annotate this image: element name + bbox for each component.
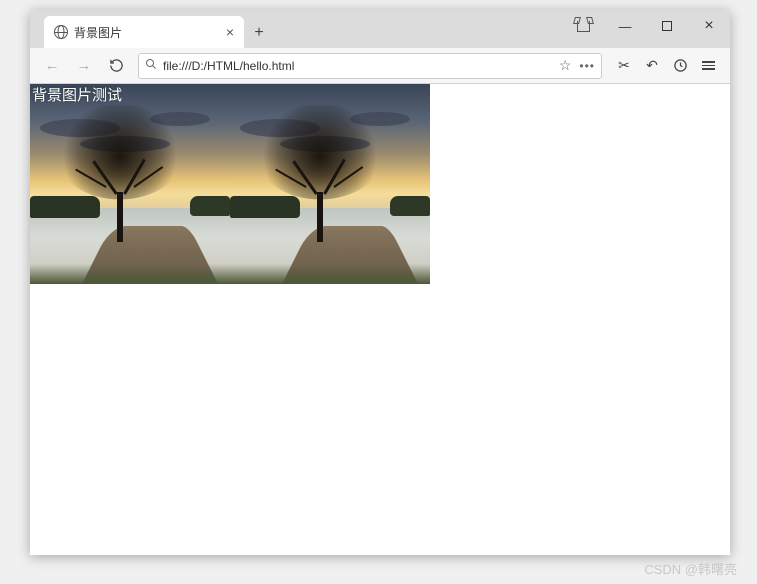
menu-button[interactable] — [694, 52, 722, 80]
tab-title: 背景图片 — [74, 24, 122, 41]
forward-button[interactable]: → — [70, 52, 98, 80]
window-maximize-button[interactable] — [646, 10, 688, 42]
page-content: 背景图片测试 — [30, 84, 730, 555]
page-actions-icon[interactable]: ••• — [579, 59, 595, 73]
browser-tab[interactable]: 背景图片 × — [44, 16, 244, 48]
window-controls: — × — [562, 10, 730, 42]
tab-close-icon[interactable]: × — [226, 24, 234, 40]
url-bar[interactable]: file:///D:/HTML/hello.html ☆ ••• — [138, 53, 602, 79]
new-tab-button[interactable]: + — [244, 18, 274, 48]
overlay-text: 背景图片测试 — [32, 84, 122, 105]
window-minimize-button[interactable]: — — [604, 10, 646, 42]
globe-icon — [54, 25, 68, 39]
url-text: file:///D:/HTML/hello.html — [163, 59, 294, 73]
watermark: CSDN @韩曙亮 — [644, 559, 737, 578]
undo-icon[interactable]: ↶ — [638, 52, 666, 80]
background-image-box: 背景图片测试 — [30, 84, 430, 284]
browser-window: 背景图片 × + — × ← → file:///D:/HTML/hello.h… — [30, 10, 730, 555]
background-tile-1 — [30, 84, 230, 284]
right-tools: ✂ ↶ — [610, 52, 722, 80]
cut-icon[interactable]: ✂ — [610, 52, 638, 80]
reload-button[interactable] — [102, 52, 130, 80]
bookmark-star-icon[interactable]: ☆ — [559, 57, 572, 74]
history-icon[interactable] — [666, 52, 694, 80]
title-bar: 背景图片 × + — × — [30, 10, 730, 48]
toolbar: ← → file:///D:/HTML/hello.html ☆ ••• ✂ ↶ — [30, 48, 730, 84]
back-button[interactable]: ← — [38, 52, 66, 80]
screenshot-button[interactable] — [562, 10, 604, 42]
search-icon — [145, 58, 157, 73]
background-tile-2 — [230, 84, 430, 284]
window-close-button[interactable]: × — [688, 10, 730, 42]
